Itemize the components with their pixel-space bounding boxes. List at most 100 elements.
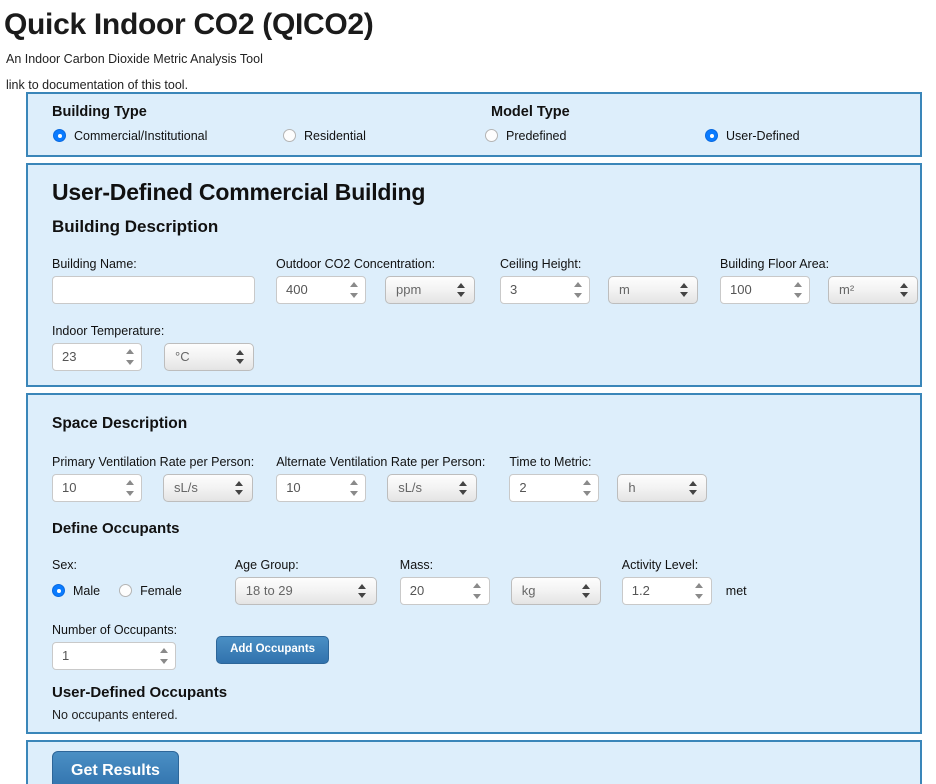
radio-sex-female[interactable]: Female bbox=[119, 584, 182, 598]
radio-indicator-user-defined[interactable] bbox=[705, 129, 718, 142]
primary-ventilation-input[interactable]: 10 bbox=[52, 473, 142, 502]
field-building-name: Building Name: bbox=[52, 257, 255, 304]
ceiling-height-input[interactable]: 3 bbox=[500, 275, 590, 304]
ceiling-height-unit-select[interactable]: m bbox=[608, 275, 698, 304]
select-arrows-icon[interactable] bbox=[358, 583, 367, 598]
user-defined-occupants-heading: User-Defined Occupants bbox=[52, 683, 228, 701]
occupant-fields-row: Sex: Male Female Age Group: 18 to 29 Mas… bbox=[40, 558, 920, 605]
spinner-arrows-icon[interactable] bbox=[349, 479, 358, 496]
model-type-group: Model Type Predefined User-Defined bbox=[481, 104, 920, 143]
select-arrows-icon[interactable] bbox=[899, 282, 908, 297]
model-type-options: Predefined User-Defined bbox=[481, 129, 920, 143]
spinner-arrows-icon[interactable] bbox=[125, 479, 134, 496]
mass-input[interactable]: 20 bbox=[399, 576, 490, 605]
no-occupants-message: No occupants entered. bbox=[52, 707, 178, 722]
indoor-temperature-unit-value: °C bbox=[175, 349, 190, 364]
primary-ventilation-value: 10 bbox=[62, 480, 77, 495]
field-number-of-occupants: Number of Occupants: 1 bbox=[52, 623, 177, 670]
alternate-ventilation-unit-select[interactable]: sL/s bbox=[387, 473, 478, 502]
building-type-options: Commercial/Institutional Residential bbox=[42, 129, 481, 143]
add-occupants-button[interactable]: Add Occupants bbox=[216, 636, 330, 664]
spinner-arrows-icon[interactable] bbox=[125, 348, 134, 365]
select-arrows-icon[interactable] bbox=[458, 480, 467, 495]
select-arrows-icon[interactable] bbox=[235, 349, 244, 364]
primary-ventilation-controls: 10 sL/s bbox=[52, 473, 254, 502]
select-arrows-icon[interactable] bbox=[582, 583, 591, 598]
get-results-button[interactable]: Get Results bbox=[52, 750, 179, 784]
select-arrows-icon[interactable] bbox=[688, 480, 697, 495]
primary-ventilation-unit-select[interactable]: sL/s bbox=[163, 473, 253, 502]
field-floor-area: Building Floor Area: 100 m² bbox=[720, 257, 918, 304]
number-of-occupants-row: Number of Occupants: 1 Add Occupants bbox=[40, 623, 920, 670]
alternate-ventilation-input[interactable]: 10 bbox=[276, 473, 367, 502]
radio-commercial-institutional[interactable]: Commercial/Institutional bbox=[53, 129, 283, 143]
space-description-panel: Space Description Primary Ventilation Ra… bbox=[26, 392, 922, 734]
label-primary-ventilation: Primary Ventilation Rate per Person: bbox=[52, 454, 255, 469]
page-header: Quick Indoor CO2 (QICO2) An Indoor Carbo… bbox=[0, 0, 936, 92]
number-of-occupants-input[interactable]: 1 bbox=[52, 641, 176, 670]
spinner-arrows-icon[interactable] bbox=[573, 281, 582, 298]
label-time-to-metric: Time to Metric: bbox=[509, 454, 592, 469]
field-activity-level: Activity Level: 1.2 met bbox=[621, 558, 747, 605]
radio-indicator-residential[interactable] bbox=[283, 129, 296, 142]
floor-area-unit-select[interactable]: m² bbox=[828, 275, 918, 304]
radio-indicator-female[interactable] bbox=[119, 584, 133, 597]
spinner-arrows-icon[interactable] bbox=[159, 647, 168, 664]
building-fields-row-2: Indoor Temperature: 23 °C bbox=[40, 324, 920, 371]
label-age-group: Age Group: bbox=[234, 557, 299, 572]
floor-area-input[interactable]: 100 bbox=[720, 275, 810, 304]
spinner-arrows-icon[interactable] bbox=[349, 281, 358, 298]
select-arrows-icon[interactable] bbox=[456, 282, 465, 297]
spinner-arrows-icon[interactable] bbox=[473, 582, 482, 599]
time-to-metric-unit-select[interactable]: h bbox=[617, 473, 708, 502]
field-mass: Mass: 20 kg bbox=[399, 558, 601, 605]
page-title: Quick Indoor CO2 (QICO2) bbox=[4, 8, 374, 41]
age-group-select[interactable]: 18 to 29 bbox=[234, 576, 377, 605]
spinner-arrows-icon[interactable] bbox=[793, 281, 802, 298]
label-outdoor-co2: Outdoor CO2 Concentration: bbox=[276, 256, 436, 271]
time-to-metric-controls: 2 h bbox=[509, 473, 708, 502]
activity-level-unit: met bbox=[725, 583, 747, 598]
label-indoor-temperature: Indoor Temperature: bbox=[52, 323, 165, 338]
indoor-temperature-controls: 23 °C bbox=[52, 342, 254, 371]
radio-label-predefined: Predefined bbox=[506, 128, 567, 143]
select-arrows-icon[interactable] bbox=[679, 282, 688, 297]
label-ceiling-height: Ceiling Height: bbox=[500, 256, 582, 271]
radio-sex-male[interactable]: Male bbox=[52, 584, 100, 598]
radio-label-male: Male bbox=[73, 583, 101, 598]
outdoor-co2-unit-select[interactable]: ppm bbox=[385, 275, 475, 304]
spinner-arrows-icon[interactable] bbox=[582, 479, 591, 496]
outdoor-co2-unit-value: ppm bbox=[396, 282, 422, 297]
documentation-link[interactable]: link to documentation of this tool. bbox=[6, 78, 936, 92]
field-sex: Sex: Male Female bbox=[52, 558, 182, 605]
age-group-value: 18 to 29 bbox=[245, 583, 293, 598]
radio-predefined[interactable]: Predefined bbox=[485, 129, 705, 143]
indoor-temperature-unit-select[interactable]: °C bbox=[164, 342, 254, 371]
time-to-metric-input[interactable]: 2 bbox=[509, 473, 600, 502]
activity-level-input[interactable]: 1.2 bbox=[621, 576, 712, 605]
label-sex: Sex: bbox=[52, 557, 78, 572]
radio-user-defined[interactable]: User-Defined bbox=[705, 129, 800, 143]
indoor-temperature-input[interactable]: 23 bbox=[52, 342, 142, 371]
outdoor-co2-input[interactable]: 400 bbox=[276, 275, 366, 304]
outdoor-co2-controls: 400 ppm bbox=[276, 275, 475, 304]
building-name-input[interactable] bbox=[52, 275, 255, 304]
outdoor-co2-value: 400 bbox=[286, 282, 308, 297]
radio-indicator-predefined[interactable] bbox=[485, 129, 498, 142]
space-heading: Space Description bbox=[52, 414, 188, 432]
define-occupants-heading: Define Occupants bbox=[52, 519, 180, 537]
radio-label-commercial: Commercial/Institutional bbox=[74, 128, 208, 143]
radio-residential[interactable]: Residential bbox=[283, 129, 366, 143]
label-building-name: Building Name: bbox=[52, 256, 137, 271]
ceiling-height-controls: 3 m bbox=[500, 275, 698, 304]
select-arrows-icon[interactable] bbox=[234, 480, 243, 495]
radio-indicator-commercial[interactable] bbox=[53, 129, 66, 142]
primary-ventilation-unit-value: sL/s bbox=[174, 480, 198, 495]
building-subheading: Building Description bbox=[52, 216, 219, 236]
building-heading: User-Defined Commercial Building bbox=[52, 178, 426, 205]
radio-indicator-male[interactable] bbox=[52, 584, 65, 597]
spinner-arrows-icon[interactable] bbox=[695, 582, 704, 599]
activity-level-value: 1.2 bbox=[631, 583, 650, 598]
radio-label-user-defined: User-Defined bbox=[726, 128, 800, 143]
mass-unit-select[interactable]: kg bbox=[510, 576, 601, 605]
